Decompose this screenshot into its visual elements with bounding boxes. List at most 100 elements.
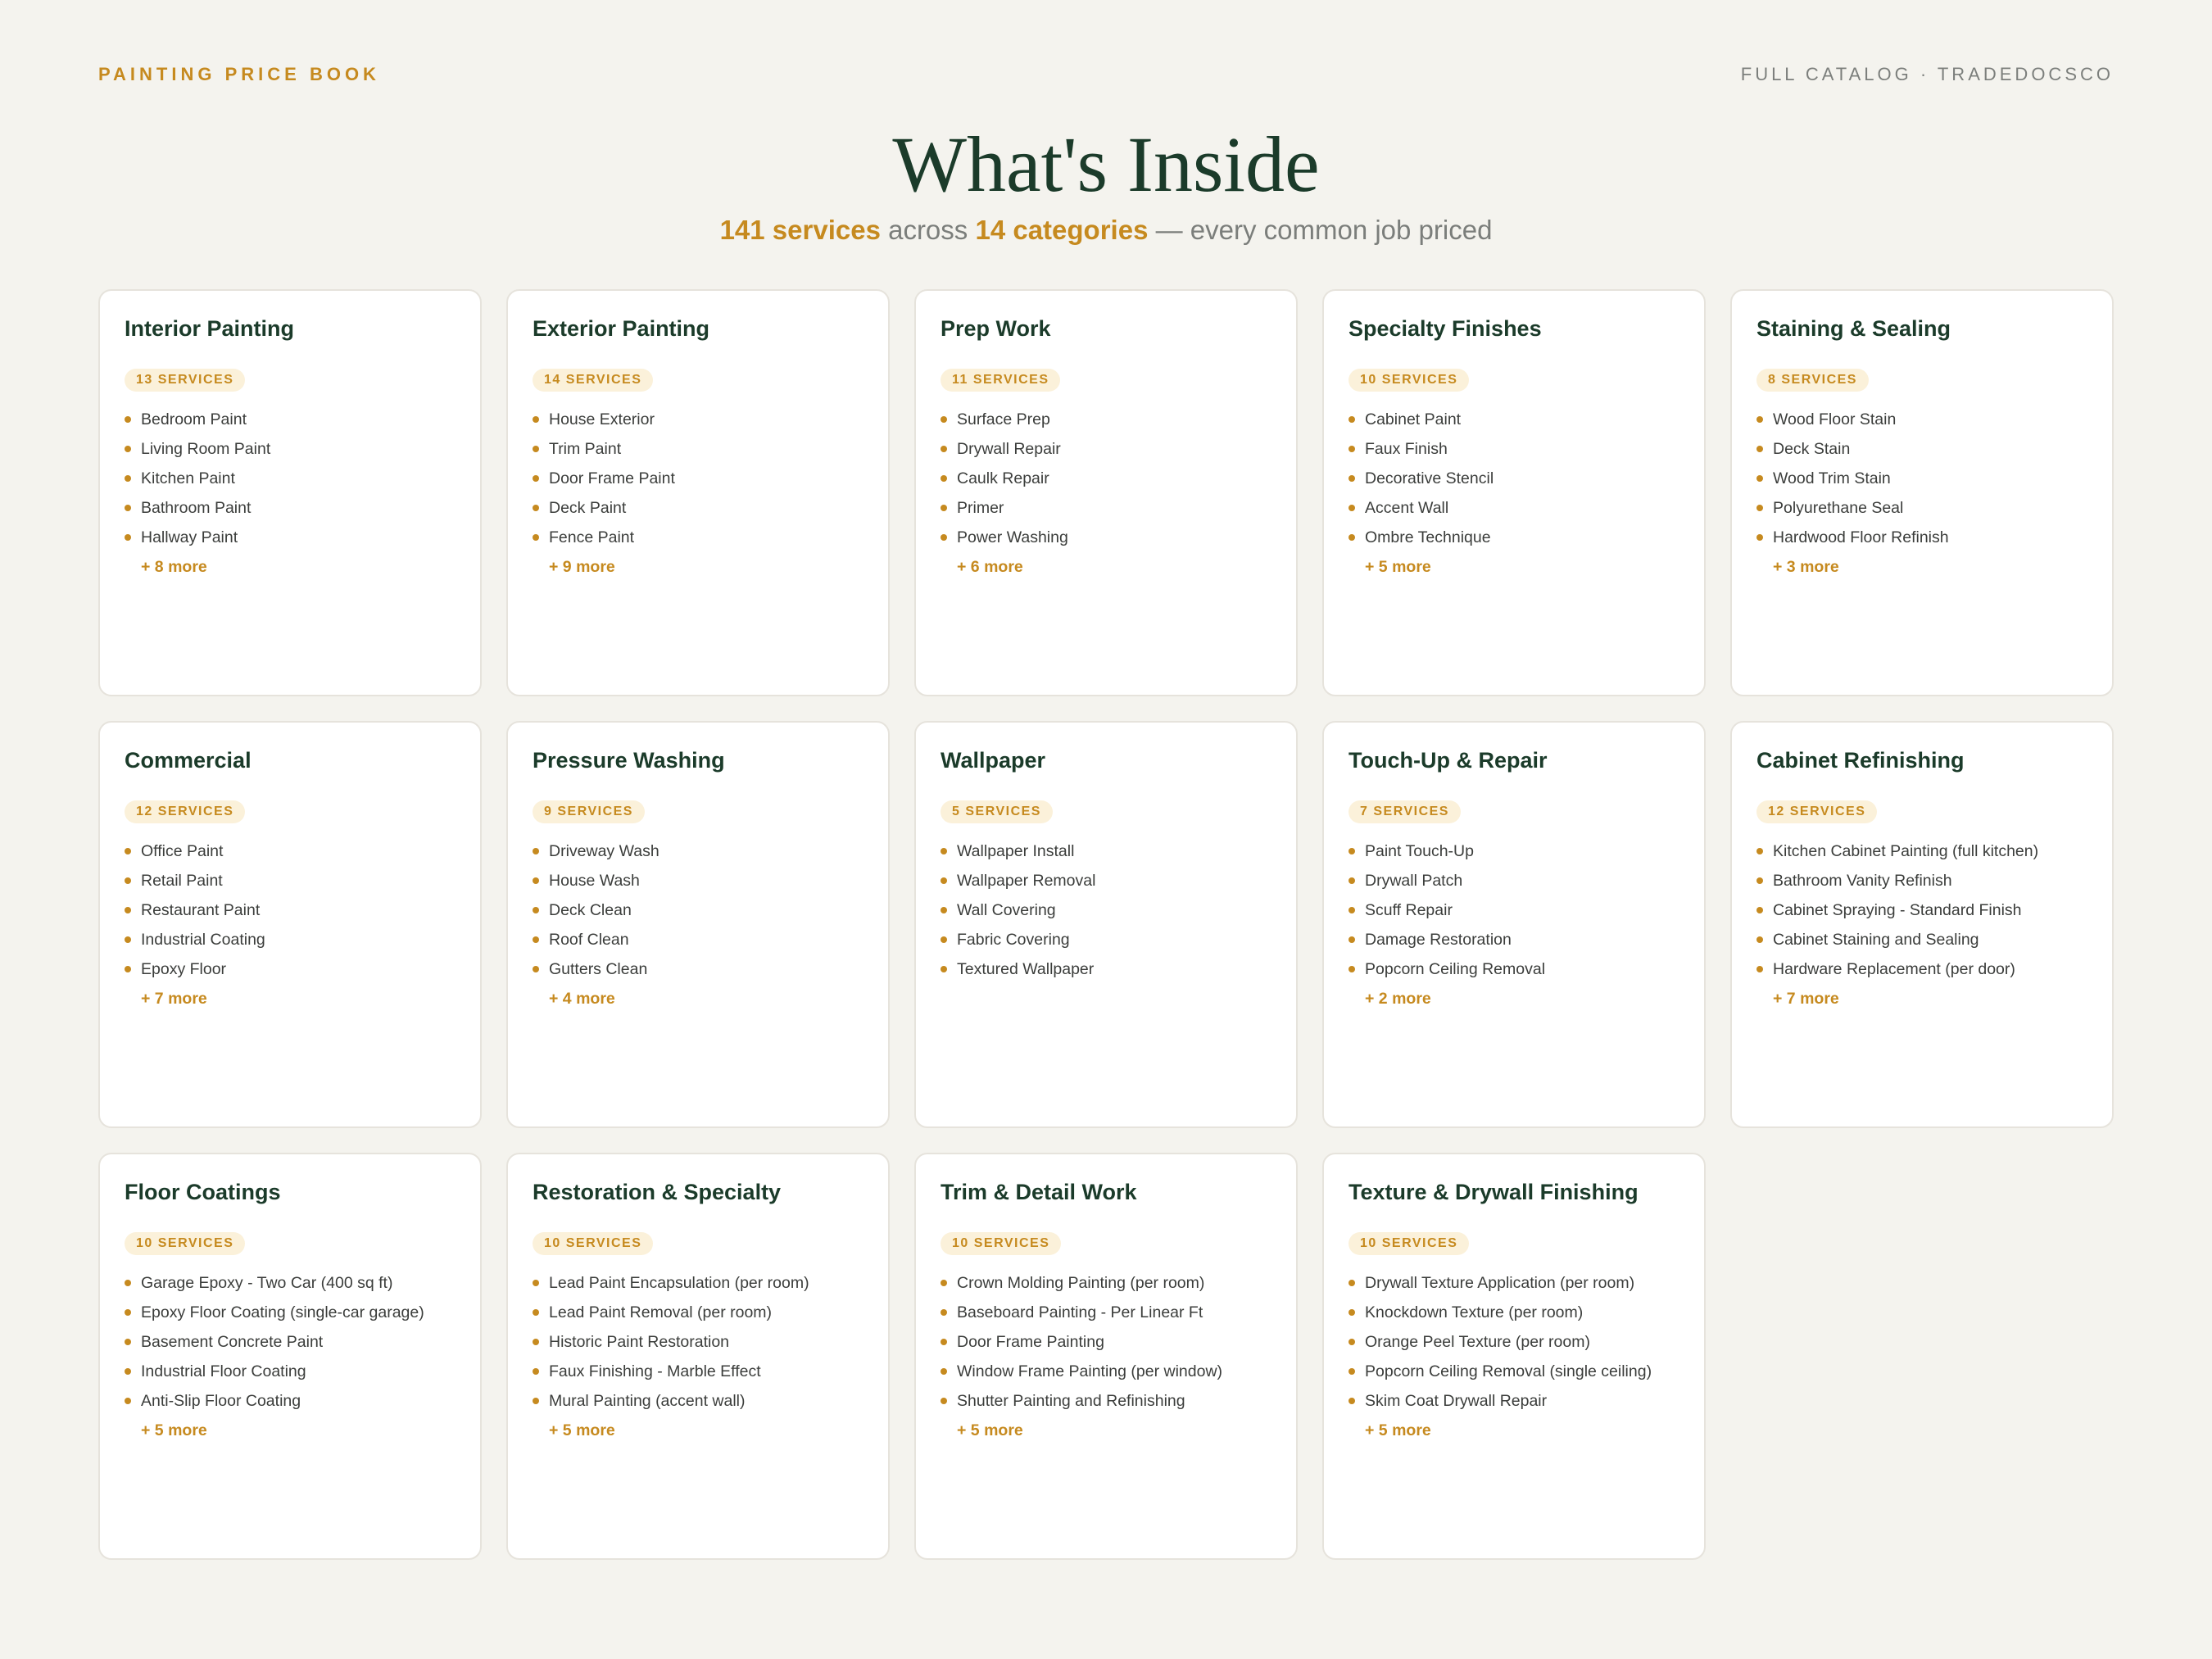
service-item-label: Popcorn Ceiling Removal (single ceiling) <box>1365 1362 1652 1380</box>
service-item: Bedroom Paint <box>125 405 456 434</box>
service-item-label: Hallway Paint <box>141 528 238 546</box>
bullet-dot-icon <box>1756 877 1763 884</box>
service-item: Wallpaper Install <box>941 836 1271 866</box>
bullet-dot-icon <box>533 1309 539 1316</box>
bullet-dot-icon <box>125 1398 131 1404</box>
category-card: Exterior Painting 14 SERVICES House Exteri… <box>506 289 890 696</box>
service-item-label: Cabinet Paint <box>1365 410 1462 428</box>
categories-count: 14 categories <box>975 215 1149 245</box>
bullet-dot-icon <box>941 848 947 854</box>
service-item: Drywall Patch <box>1349 866 1679 895</box>
service-item-label: Door Frame Paint <box>549 469 675 487</box>
service-item: Paint Touch-Up <box>1349 836 1679 866</box>
bullet-dot-icon <box>533 966 539 972</box>
bullet-dot-icon <box>941 1280 947 1286</box>
bullet-dot-icon <box>125 848 131 854</box>
service-item-label: House Exterior <box>549 410 655 428</box>
bullet-dot-icon <box>1756 505 1763 511</box>
services-badge: 10 SERVICES <box>533 1232 654 1255</box>
service-item: Deck Paint <box>533 493 863 523</box>
service-item: Epoxy Floor <box>125 954 456 984</box>
more-services-link: + 5 more <box>1365 1421 1431 1439</box>
service-item: Primer <box>941 493 1271 523</box>
bullet-dot-icon <box>941 966 947 972</box>
service-item: Window Frame Painting (per window) <box>941 1357 1271 1386</box>
bullet-dot-icon <box>1756 848 1763 854</box>
service-item: Crown Molding Painting (per room) <box>941 1268 1271 1298</box>
category-title: Wallpaper <box>941 748 1046 773</box>
category-title: Cabinet Refinishing <box>1756 748 1965 773</box>
service-item: Cabinet Spraying - Standard Finish <box>1756 895 2087 925</box>
service-item-label: Restaurant Paint <box>141 901 261 919</box>
service-item: Mural Painting (accent wall) <box>533 1386 863 1416</box>
service-item-label: Paint Touch-Up <box>1365 842 1474 860</box>
service-item: Anti-Slip Floor Coating <box>125 1386 456 1416</box>
service-item-label: Polyurethane Seal <box>1773 499 1904 517</box>
service-item: Drywall Repair <box>941 434 1271 464</box>
bullet-dot-icon <box>125 1339 131 1345</box>
bullet-dot-icon <box>1756 534 1763 541</box>
service-item: Textured Wallpaper <box>941 954 1271 984</box>
bullet-dot-icon <box>125 1309 131 1316</box>
service-item: Scuff Repair <box>1349 895 1679 925</box>
service-item-label: Scuff Repair <box>1365 901 1453 919</box>
category-card: Texture & Drywall Finishing 10 SERVICES Dr… <box>1322 1153 1706 1560</box>
services-badge: 7 SERVICES <box>1349 800 1461 823</box>
service-item: Power Washing <box>941 523 1271 552</box>
more-services-link: + 8 more <box>141 558 207 576</box>
service-item: Epoxy Floor Coating (single-car garage) <box>125 1298 456 1327</box>
bullet-dot-icon <box>1349 416 1355 423</box>
service-item-label: Industrial Floor Coating <box>141 1362 306 1380</box>
service-item-label: Popcorn Ceiling Removal <box>1365 960 1546 978</box>
services-badge: 13 SERVICES <box>125 369 246 392</box>
service-item-label: Deck Paint <box>549 499 627 517</box>
service-item: Historic Paint Restoration <box>533 1327 863 1357</box>
service-item: Driveway Wash <box>533 836 863 866</box>
category-card: Touch-Up & Repair 7 SERVICES Paint Touch-U… <box>1322 721 1706 1128</box>
service-item: Baseboard Painting - Per Linear Ft <box>941 1298 1271 1327</box>
bullet-dot-icon <box>533 848 539 854</box>
services-badge: 14 SERVICES <box>533 369 654 392</box>
service-item-label: Office Paint <box>141 842 224 860</box>
service-item: Hallway Paint <box>125 523 456 552</box>
bullet-dot-icon <box>125 936 131 943</box>
category-card: Wallpaper 5 SERVICES Wallpaper Install Wall… <box>914 721 1298 1128</box>
bullet-dot-icon <box>1349 848 1355 854</box>
service-item-label: Cabinet Spraying - Standard Finish <box>1773 901 2022 919</box>
category-card: Restoration & Specialty 10 SERVICES Lead P… <box>506 1153 890 1560</box>
bullet-dot-icon <box>1349 475 1355 482</box>
service-item-label: Epoxy Floor Coating (single-car garage) <box>141 1303 424 1321</box>
page-header: PAINTING PRICE BOOK FULL CATALOG · TRADE… <box>98 64 2114 85</box>
category-card: Floor Coatings 10 SERVICES Garage Epoxy - … <box>98 1153 482 1560</box>
service-item: Fabric Covering <box>941 925 1271 954</box>
service-item-label: Decorative Stencil <box>1365 469 1494 487</box>
services-badge: 8 SERVICES <box>1756 369 1869 392</box>
page-subtitle: 141 services across 14 categories — ever… <box>0 215 2212 246</box>
service-item-label: Skim Coat Drywall Repair <box>1365 1392 1548 1410</box>
service-list: Lead Paint Encapsulation (per room) Lead … <box>533 1268 863 1416</box>
category-card: Interior Painting 13 SERVICES Bedroom Pain… <box>98 289 482 696</box>
bullet-dot-icon <box>1756 475 1763 482</box>
bullet-dot-icon <box>1349 966 1355 972</box>
service-item: Faux Finish <box>1349 434 1679 464</box>
subtitle-across: across <box>880 215 976 245</box>
service-item: Industrial Coating <box>125 925 456 954</box>
services-badge: 12 SERVICES <box>125 800 246 823</box>
bullet-dot-icon <box>533 1280 539 1286</box>
service-item: Bathroom Paint <box>125 493 456 523</box>
services-badge: 9 SERVICES <box>533 800 645 823</box>
service-item-label: Wall Covering <box>957 901 1056 919</box>
more-services-link: + 9 more <box>549 558 615 576</box>
service-item-label: Fence Paint <box>549 528 635 546</box>
category-grid: Interior Painting 13 SERVICES Bedroom Pain… <box>98 289 2114 1560</box>
bullet-dot-icon <box>533 907 539 913</box>
bullet-dot-icon <box>1349 936 1355 943</box>
service-item: Polyurethane Seal <box>1756 493 2087 523</box>
service-list: Office Paint Retail Paint Restaurant Paint… <box>125 836 456 984</box>
more-services-link: + 5 more <box>549 1421 615 1439</box>
bullet-dot-icon <box>533 936 539 943</box>
service-list: Bedroom Paint Living Room Paint Kitchen Pa… <box>125 405 456 552</box>
service-item-label: Orange Peel Texture (per room) <box>1365 1333 1590 1351</box>
bullet-dot-icon <box>125 505 131 511</box>
category-card: Pressure Washing 9 SERVICES Driveway Wash H… <box>506 721 890 1128</box>
